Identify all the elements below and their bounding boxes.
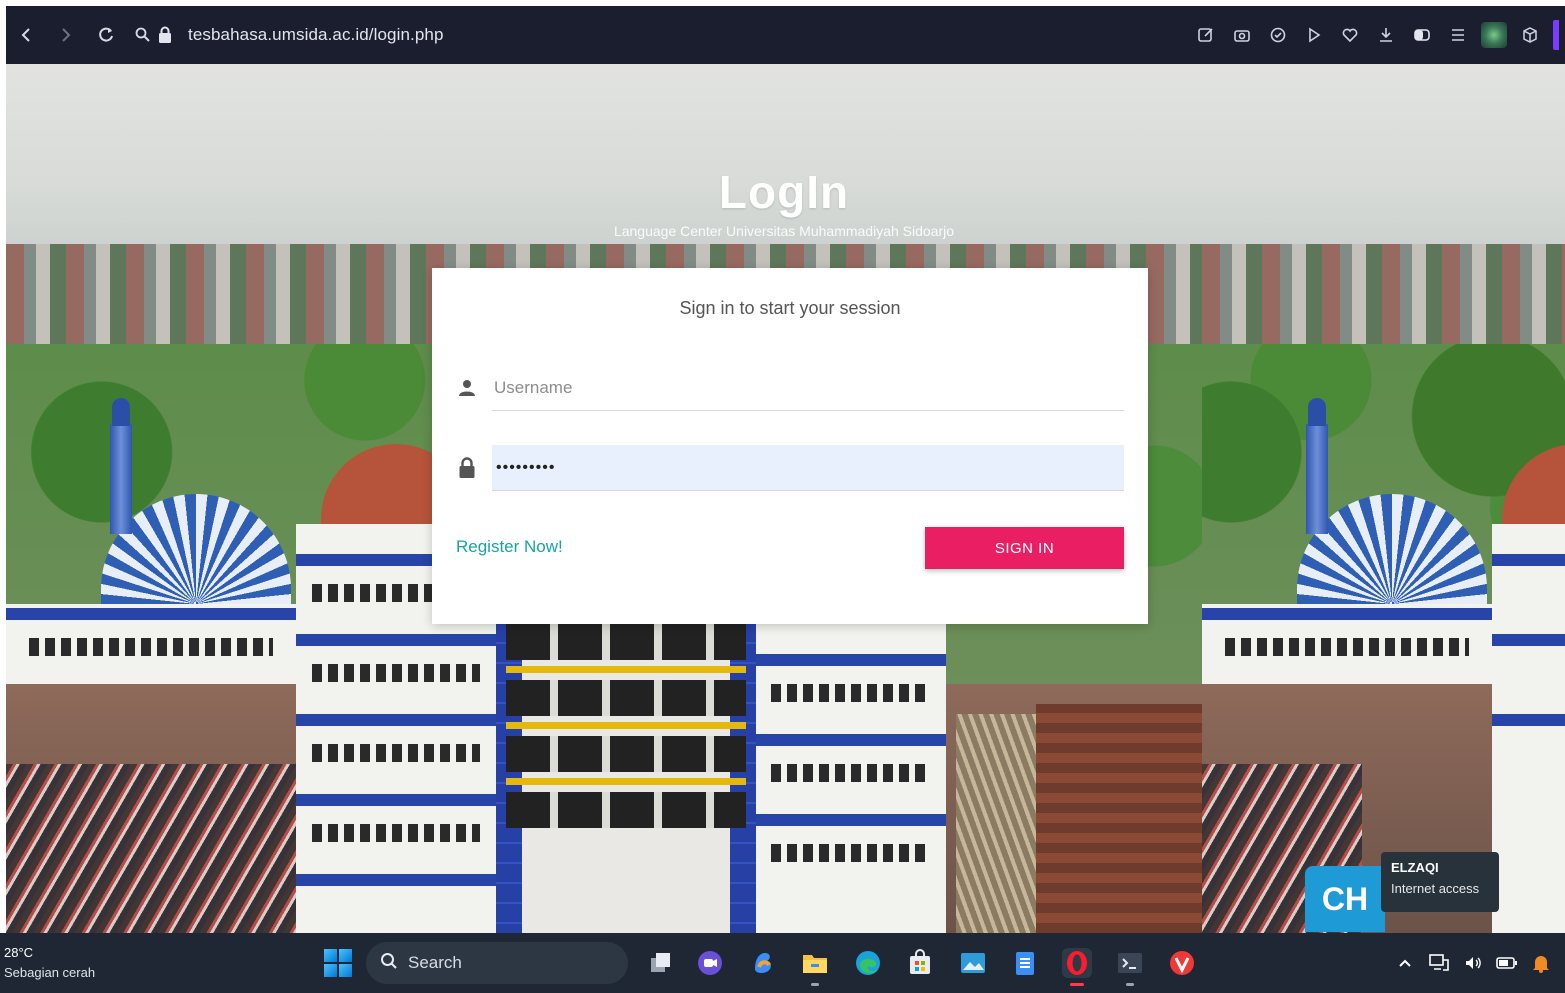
system-tray xyxy=(1393,949,1553,977)
chat-icon[interactable] xyxy=(695,948,725,978)
camera-icon[interactable] xyxy=(1229,20,1255,50)
notification-bell-icon[interactable] xyxy=(1529,949,1553,977)
vivaldi-icon[interactable] xyxy=(1167,948,1197,978)
address-bar[interactable]: tesbahasa.umsida.ac.id/login.php xyxy=(132,15,444,55)
temperature: 28°C xyxy=(4,945,34,960)
password-field-wrap xyxy=(492,445,1124,491)
login-header: LogIn Language Center Universitas Muhamm… xyxy=(426,165,1142,239)
file-explorer-icon[interactable] xyxy=(800,948,830,986)
chevron-up-icon[interactable] xyxy=(1393,949,1417,977)
opera-icon[interactable] xyxy=(1062,948,1092,986)
shield-check-icon[interactable] xyxy=(1265,20,1291,50)
browser-toolbar: tesbahasa.umsida.ac.id/login.php xyxy=(6,6,1565,64)
password-row xyxy=(456,445,1124,491)
network-status: Internet access xyxy=(1391,881,1480,896)
menu-icon[interactable] xyxy=(1445,20,1471,50)
cube-icon[interactable] xyxy=(1517,20,1543,50)
back-icon[interactable] xyxy=(6,15,46,55)
network-icon[interactable] xyxy=(1427,949,1451,977)
register-link[interactable]: Register Now! xyxy=(456,537,563,557)
store-icon[interactable] xyxy=(905,948,935,978)
session-message: Sign in to start your session xyxy=(679,298,901,318)
lock-icon xyxy=(154,26,176,44)
volume-icon[interactable] xyxy=(1461,949,1485,977)
copilot-icon[interactable] xyxy=(748,948,778,978)
search-icon xyxy=(380,952,398,975)
sign-in-button[interactable]: SIGN IN xyxy=(925,527,1124,569)
edge-icon[interactable] xyxy=(853,948,883,978)
url-text[interactable]: tesbahasa.umsida.ac.id/login.php xyxy=(188,25,444,45)
notepad-icon[interactable] xyxy=(1010,948,1040,978)
username-field-wrap xyxy=(492,365,1124,411)
heart-icon[interactable] xyxy=(1337,20,1363,50)
lock-icon xyxy=(456,457,492,479)
windows-taskbar: 28°C Sebagian cerah Search xyxy=(0,933,1565,993)
weather-description: Sebagian cerah xyxy=(4,965,96,980)
toggle-icon[interactable] xyxy=(1409,20,1435,50)
ch-logo-overlay: CH xyxy=(1305,866,1385,932)
reload-icon[interactable] xyxy=(86,15,126,55)
terminal-icon[interactable] xyxy=(1115,948,1145,986)
task-view-icon[interactable] xyxy=(646,948,676,978)
network-name: ELZAQI xyxy=(1391,860,1439,875)
person-icon xyxy=(456,378,492,398)
sidebar-tab-indicator xyxy=(1553,20,1559,50)
password-input[interactable] xyxy=(492,458,1124,477)
search-label: Search xyxy=(408,953,462,972)
background-photo-repeat xyxy=(1202,64,1565,933)
extension-avatar-icon[interactable] xyxy=(1481,20,1507,50)
username-row xyxy=(456,365,1124,411)
edit-icon[interactable] xyxy=(1193,20,1219,50)
play-icon[interactable] xyxy=(1301,20,1327,50)
page-subtitle: Language Center Universitas Muhammadiyah… xyxy=(613,223,955,239)
forward-icon[interactable] xyxy=(46,15,86,55)
page-title: LogIn xyxy=(718,166,850,218)
network-tooltip: ELZAQI Internet access xyxy=(1381,852,1499,912)
windows-start-icon[interactable] xyxy=(324,949,352,977)
login-card: Sign in to start your session Register N… xyxy=(432,268,1148,624)
download-icon[interactable] xyxy=(1373,20,1399,50)
taskbar-search[interactable]: Search xyxy=(366,942,628,984)
username-input[interactable] xyxy=(492,377,1124,398)
site-info-icon[interactable] xyxy=(132,26,154,44)
weather-widget[interactable]: 28°C Sebagian cerah xyxy=(4,943,95,983)
photos-icon[interactable] xyxy=(958,948,988,978)
battery-icon[interactable] xyxy=(1495,949,1519,977)
